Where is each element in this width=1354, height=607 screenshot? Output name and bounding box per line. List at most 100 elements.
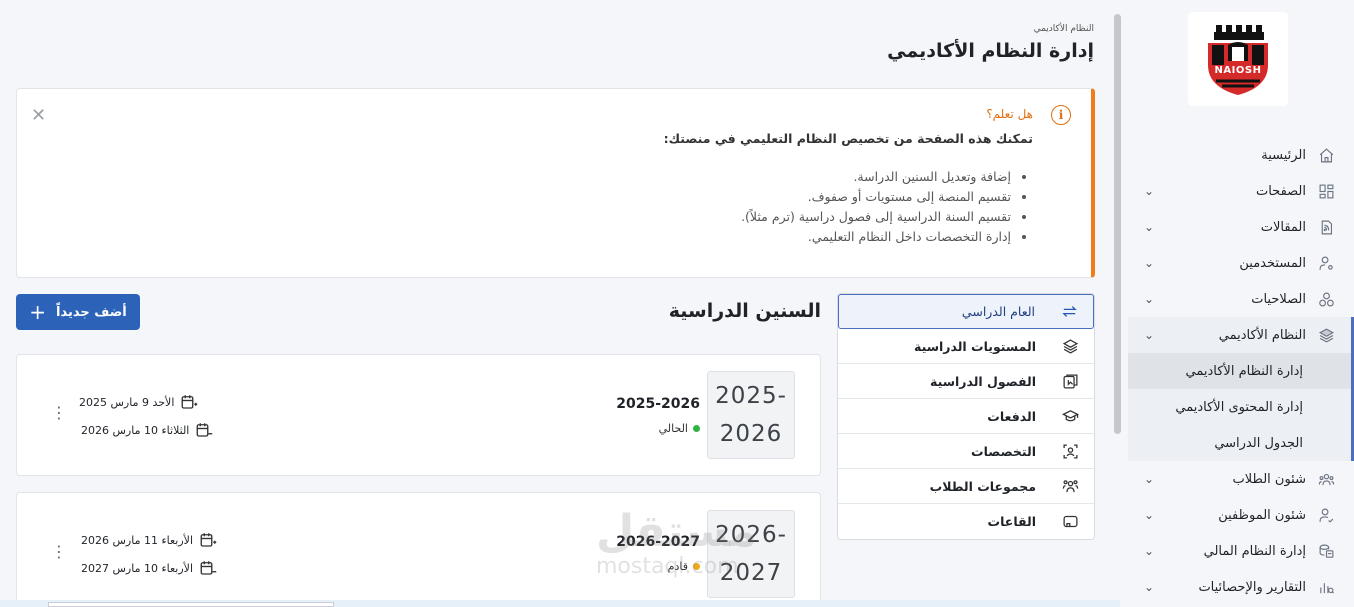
finance-icon	[1316, 541, 1336, 561]
reports-icon	[1316, 577, 1336, 597]
year-badge-bottom: 2027	[719, 560, 783, 586]
calendar-plus-icon	[180, 393, 198, 411]
status-dot	[693, 563, 700, 570]
sidebar-item-permissions[interactable]: الصلاحيات ⌄	[1128, 281, 1354, 317]
calendar-minus-icon	[199, 559, 217, 577]
submenu-item-label: إدارة النظام الأكاديمي	[1185, 363, 1303, 379]
status-label: قادم	[667, 560, 688, 573]
sidebar-item-employees[interactable]: شئون الموظفين ⌄	[1128, 497, 1354, 533]
year-badge-top: 2026-	[715, 522, 787, 548]
sidebar: NAIOSH الرئيسية الصفحات ⌄ المقالات ⌄ الم…	[1128, 0, 1354, 607]
logo[interactable]: NAIOSH	[1188, 12, 1288, 106]
sidebar-item-label: الصفحات	[1255, 183, 1306, 199]
pages-icon	[1316, 181, 1336, 201]
employees-icon	[1316, 505, 1336, 525]
specialization-icon	[1060, 441, 1080, 461]
year-badge: 2026- 2027	[707, 510, 795, 598]
page-title: إدارة النظام الأكاديمي	[887, 40, 1094, 62]
sidebar-item-label: الصلاحيات	[1251, 291, 1306, 307]
tab-student-groups[interactable]: مجموعات الطلاب	[838, 469, 1094, 504]
start-date: الأحد 9 مارس 2025	[79, 393, 198, 411]
sidebar-item-label: الرئيسية	[1261, 147, 1306, 163]
main-scrollbar[interactable]	[1114, 14, 1121, 434]
chevron-down-icon: ⌄	[1143, 256, 1155, 270]
tab-academic-year[interactable]: العام الدراسي	[838, 294, 1094, 329]
sidebar-item-articles[interactable]: المقالات ⌄	[1128, 209, 1354, 245]
chevron-down-icon: ⌄	[1143, 508, 1155, 522]
chevron-down-icon: ⌄	[1143, 472, 1155, 486]
tab-label: التخصصات	[971, 443, 1036, 459]
list-item: إضافة وتعديل السنين الدراسة.	[741, 167, 1011, 187]
alert-title: هل تعلم؟	[986, 107, 1033, 121]
sidebar-item-label: التقارير والإحصائيات	[1198, 579, 1306, 595]
info-alert: ✕ i هل تعلم؟ تمكنك هذه الصفحة من تخصيص ا…	[16, 88, 1095, 278]
academic-submenu: إدارة النظام الأكاديمي إدارة المحتوى الأ…	[1128, 353, 1354, 461]
hall-icon	[1060, 512, 1080, 532]
sidebar-item-students[interactable]: شئون الطلاب ⌄	[1128, 461, 1354, 497]
alert-list: إضافة وتعديل السنين الدراسة. تقسيم المنص…	[741, 167, 1011, 247]
tab-terms[interactable]: الفصول الدراسية	[838, 364, 1094, 399]
add-new-label: أضف جديداً	[56, 304, 127, 320]
sidebar-item-academic-system[interactable]: النظام الأكاديمي ⌄	[1128, 317, 1354, 353]
chevron-down-icon: ⌄	[1143, 184, 1155, 198]
tab-label: مجموعات الطلاب	[929, 478, 1036, 494]
end-date: الثلاثاء 10 مارس 2026	[81, 421, 213, 439]
sidebar-item-finance[interactable]: إدارة النظام المالي ⌄	[1128, 533, 1354, 569]
academic-tabs: العام الدراسي المستويات الدراسية الفصول …	[837, 293, 1095, 540]
end-date-label: الأربعاء 10 مارس 2027	[81, 561, 194, 575]
articles-icon	[1316, 217, 1336, 237]
more-options-icon[interactable]: ⋮	[51, 544, 67, 560]
status-badge: قادم	[668, 560, 700, 573]
tab-label: الفصول الدراسية	[930, 373, 1036, 389]
tab-batches[interactable]: الدفعات	[838, 399, 1094, 434]
sidebar-nav: الرئيسية الصفحات ⌄ المقالات ⌄ المستخدمين…	[1128, 137, 1354, 605]
sidebar-item-home[interactable]: الرئيسية	[1128, 137, 1354, 173]
sidebar-item-reports[interactable]: التقارير والإحصائيات ⌄	[1128, 569, 1354, 605]
submenu-item-manage-academic-content[interactable]: إدارة المحتوى الأكاديمي	[1128, 389, 1351, 425]
sidebar-item-pages[interactable]: الصفحات ⌄	[1128, 173, 1354, 209]
year-name: 2026-2027	[616, 534, 700, 550]
calendar-minus-icon	[195, 421, 213, 439]
sidebar-item-label: المقالات	[1260, 219, 1306, 235]
end-date-label: الثلاثاء 10 مارس 2026	[81, 423, 190, 437]
user-settings-icon	[1316, 253, 1336, 273]
more-options-icon[interactable]: ⋮	[51, 405, 67, 421]
sidebar-item-users[interactable]: المستخدمين ⌄	[1128, 245, 1354, 281]
group-icon	[1060, 476, 1080, 496]
submenu-item-manage-academic-system[interactable]: إدارة النظام الأكاديمي	[1128, 353, 1351, 389]
home-icon	[1316, 145, 1336, 165]
tab-label: العام الدراسي	[961, 304, 1035, 319]
bottom-strip	[0, 600, 1120, 607]
status-dot	[693, 425, 700, 432]
sidebar-item-label: النظام الأكاديمي	[1218, 327, 1306, 343]
chevron-down-icon: ⌄	[1143, 220, 1155, 234]
chevron-down-icon: ⌄	[1143, 580, 1155, 594]
sidebar-item-label: شئون الموظفين	[1218, 507, 1306, 523]
add-new-button[interactable]: أضف جديداً +	[16, 294, 140, 330]
sidebar-item-label: شئون الطلاب	[1232, 471, 1306, 487]
academic-year-card[interactable]: 2025- 2026 2025-2026 الحالي الأحد 9 مارس…	[16, 354, 821, 476]
tab-label: القاعات	[987, 514, 1036, 529]
info-icon: i	[1051, 105, 1071, 125]
tab-label: الدفعات	[987, 408, 1036, 424]
section-title: السنين الدراسية	[668, 300, 821, 322]
close-icon[interactable]: ✕	[31, 105, 46, 126]
status-badge: الحالي	[659, 422, 700, 435]
breadcrumb[interactable]: النظام الأكاديمي	[1034, 24, 1094, 34]
logo-text: NAIOSH	[1214, 65, 1262, 76]
tab-levels[interactable]: المستويات الدراسية	[838, 329, 1094, 364]
students-icon	[1316, 469, 1336, 489]
terms-icon	[1060, 371, 1080, 391]
start-date-label: الأحد 9 مارس 2025	[79, 395, 175, 409]
sidebar-item-label: المستخدمين	[1239, 255, 1306, 271]
alert-description: تمكنك هذه الصفحة من تخصيص النظام التعليم…	[663, 131, 1033, 146]
logo-emblem-icon	[1208, 25, 1268, 95]
year-badge-bottom: 2026	[719, 421, 783, 447]
chevron-down-icon: ⌄	[1143, 328, 1155, 342]
tab-specializations[interactable]: التخصصات	[838, 434, 1094, 469]
year-badge: 2025- 2026	[707, 371, 795, 459]
tab-halls[interactable]: القاعات	[838, 504, 1094, 539]
academic-year-card[interactable]: 2026- 2027 2026-2027 قادم الأربعاء 11 ما…	[16, 492, 821, 607]
submenu-item-schedule[interactable]: الجدول الدراسي	[1128, 425, 1351, 461]
end-date: الأربعاء 10 مارس 2027	[81, 559, 217, 577]
